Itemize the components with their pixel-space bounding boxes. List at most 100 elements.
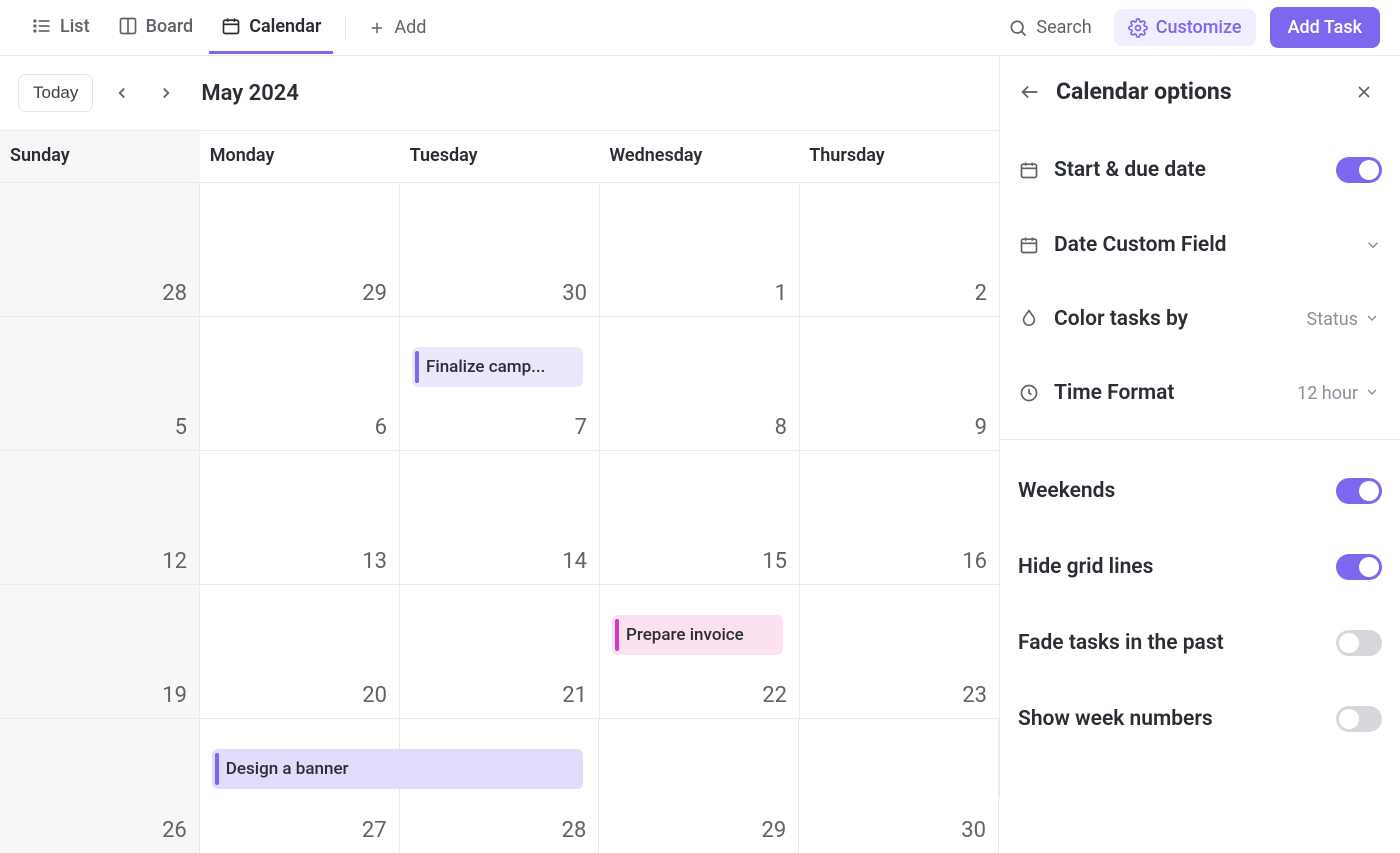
- task-label: Design a banner: [226, 759, 349, 779]
- search-button[interactable]: Search: [1000, 11, 1099, 44]
- toggle-weekends[interactable]: [1336, 478, 1382, 504]
- calendar-cell[interactable]: Prepare invoice 22: [600, 585, 800, 718]
- calendar-cell[interactable]: 16: [800, 451, 999, 584]
- option-date-custom-field[interactable]: Date Custom Field: [1018, 211, 1382, 279]
- task-design-banner[interactable]: Design a banner: [212, 749, 584, 789]
- calendar-cell[interactable]: 8: [600, 317, 800, 450]
- date-number: 16: [962, 549, 987, 574]
- date-number: 14: [562, 549, 587, 574]
- date-number: 2: [975, 281, 987, 306]
- date-number: 29: [761, 818, 786, 843]
- option-label: Start & due date: [1054, 158, 1322, 182]
- date-number: 27: [362, 818, 387, 843]
- calendar-row: 5 6 Finalize camp... 7 8 9: [0, 317, 999, 451]
- date-number: 28: [162, 281, 187, 306]
- search-icon: [1008, 18, 1028, 38]
- option-show-week-numbers[interactable]: Show week numbers: [1018, 684, 1382, 754]
- tab-list[interactable]: List: [20, 2, 102, 54]
- search-label: Search: [1036, 17, 1091, 38]
- date-number: 1: [775, 281, 787, 306]
- calendar-cell[interactable]: 20: [200, 585, 400, 718]
- toggle-start-due[interactable]: [1336, 157, 1382, 183]
- add-task-label: Add Task: [1288, 17, 1362, 38]
- calendar-cell[interactable]: Finalize camp... 7: [400, 317, 600, 450]
- panel-title: Calendar options: [1056, 78, 1232, 105]
- calendar-row: 28 29 30 1 2: [0, 183, 999, 317]
- date-number: 7: [575, 415, 587, 440]
- tab-calendar[interactable]: Calendar: [209, 2, 333, 54]
- task-finalize[interactable]: Finalize camp...: [412, 347, 583, 387]
- calendar-cell[interactable]: 15: [600, 451, 800, 584]
- toggle-hide-grid[interactable]: [1336, 554, 1382, 580]
- calendar-cell[interactable]: 29: [599, 719, 799, 853]
- option-value: 12 hour: [1297, 383, 1382, 404]
- calendar-cell[interactable]: 13: [200, 451, 400, 584]
- add-view-button[interactable]: Add: [358, 9, 436, 46]
- option-hide-grid-lines[interactable]: Hide grid lines: [1018, 532, 1382, 602]
- close-button[interactable]: [1352, 80, 1376, 104]
- option-label: Date Custom Field: [1054, 233, 1350, 257]
- date-number: 5: [175, 415, 187, 440]
- toggle-week-numbers[interactable]: [1336, 706, 1382, 732]
- task-label: Finalize camp...: [426, 357, 545, 377]
- calendar-icon: [221, 16, 241, 36]
- option-label: Color tasks by: [1054, 307, 1293, 331]
- customize-button[interactable]: Customize: [1114, 9, 1256, 46]
- list-icon: [32, 16, 52, 36]
- date-number: 19: [162, 683, 187, 708]
- day-header-thursday: Thursday: [799, 131, 999, 182]
- next-month-button[interactable]: [151, 78, 181, 108]
- calendar-cell[interactable]: 26: [0, 719, 200, 853]
- calendar-cell[interactable]: 30: [400, 183, 600, 316]
- add-task-button[interactable]: Add Task: [1270, 7, 1380, 48]
- calendar-cell[interactable]: 28: [0, 183, 200, 316]
- date-number: 30: [961, 818, 986, 843]
- back-button[interactable]: [1018, 80, 1042, 104]
- calendar-cell[interactable]: 1: [600, 183, 800, 316]
- calendar-cell[interactable]: 2: [800, 183, 999, 316]
- calendar-cell[interactable]: 19: [0, 585, 200, 718]
- close-icon: [1354, 82, 1374, 102]
- chevron-down-icon: [1364, 384, 1382, 402]
- droplet-icon: [1018, 308, 1040, 330]
- option-fade-past[interactable]: Fade tasks in the past: [1018, 608, 1382, 678]
- date-number: 12: [162, 549, 187, 574]
- task-color-bar: [215, 753, 219, 785]
- date-number: 28: [562, 818, 587, 843]
- prev-month-button[interactable]: [107, 78, 137, 108]
- calendar-cell[interactable]: 12: [0, 451, 200, 584]
- calendar-cell[interactable]: 23: [800, 585, 999, 718]
- plus-icon: [368, 19, 386, 37]
- calendar-cell[interactable]: 5: [0, 317, 200, 450]
- option-time-format[interactable]: Time Format 12 hour: [1018, 359, 1382, 427]
- tab-board[interactable]: Board: [106, 2, 206, 54]
- clock-icon: [1018, 382, 1040, 404]
- date-number: 9: [975, 415, 987, 440]
- toggle-fade-past[interactable]: [1336, 630, 1382, 656]
- calendar-cell[interactable]: 14: [400, 451, 600, 584]
- add-view-label: Add: [394, 17, 426, 38]
- option-color-tasks-by[interactable]: Color tasks by Status: [1018, 285, 1382, 353]
- option-start-due-date[interactable]: Start & due date: [1018, 135, 1382, 205]
- chevron-down-icon: [1364, 236, 1382, 254]
- date-number: 15: [762, 549, 787, 574]
- date-number: 23: [962, 683, 987, 708]
- customize-label: Customize: [1156, 17, 1242, 38]
- calendar-cell[interactable]: 29: [200, 183, 400, 316]
- calendar-cell[interactable]: 21: [400, 585, 600, 718]
- date-number: 30: [562, 281, 587, 306]
- task-prepare-invoice[interactable]: Prepare invoice: [612, 615, 783, 655]
- option-value-text: Status: [1307, 309, 1358, 330]
- day-header-monday: Monday: [200, 131, 400, 182]
- today-button[interactable]: Today: [18, 74, 93, 112]
- calendar-area: Today May 2024 Sunday Monday Tuesday Wed…: [0, 56, 1000, 798]
- calendar-grid: Sunday Monday Tuesday Wednesday Thursday…: [0, 130, 999, 853]
- date-number: 20: [362, 683, 387, 708]
- option-weekends[interactable]: Weekends: [1018, 456, 1382, 526]
- calendar-row: 12 13 14 15 16: [0, 451, 999, 585]
- calendar-cell[interactable]: 9: [800, 317, 999, 450]
- today-label: Today: [33, 83, 78, 102]
- view-tabs: List Board Calendar Add: [20, 2, 436, 54]
- calendar-cell[interactable]: 6: [200, 317, 400, 450]
- calendar-cell[interactable]: 30: [799, 719, 999, 853]
